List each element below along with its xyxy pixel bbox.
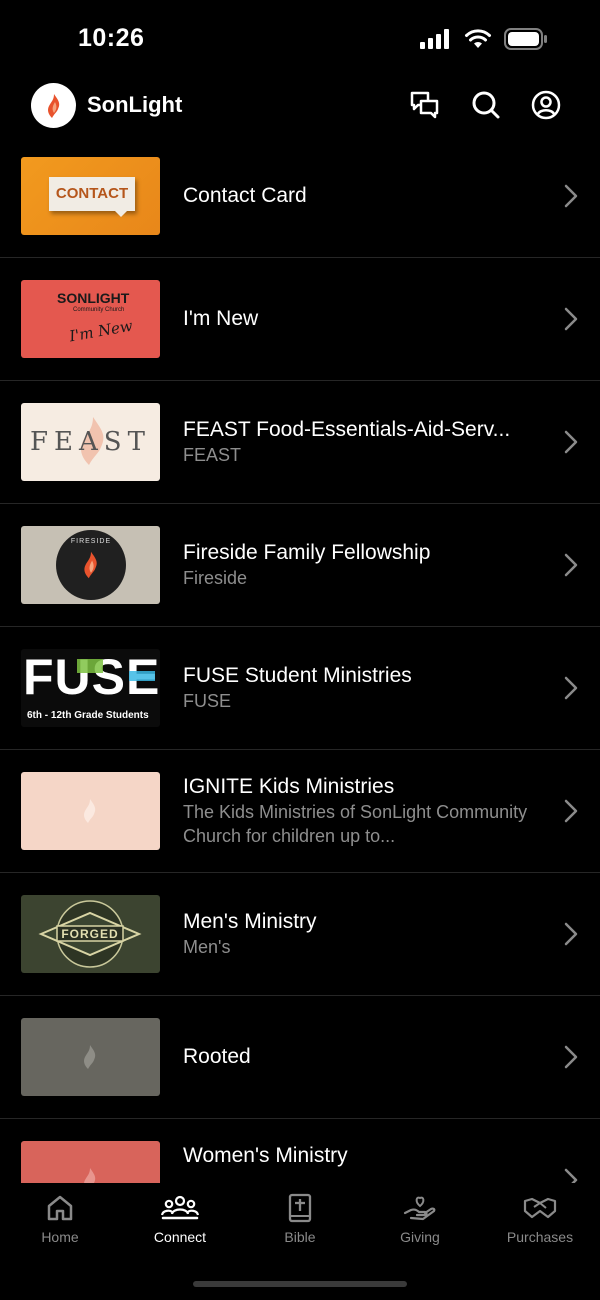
search-icon: [472, 91, 500, 119]
tab-home[interactable]: Home: [0, 1193, 120, 1253]
signal-icon: [420, 29, 449, 49]
list-item-title: Women's Ministry: [183, 1144, 348, 1167]
list-item-subtitle: Men's: [183, 937, 231, 957]
list-item-contact-card[interactable]: CONTACT Contact Card: [0, 135, 600, 258]
chevron-right-icon: [564, 307, 578, 331]
tab-giving[interactable]: Giving: [360, 1193, 480, 1253]
app-title: SonLight: [87, 92, 183, 117]
tab-label: Bible: [284, 1229, 316, 1245]
mens-ministry-thumbnail: FORGED: [21, 895, 160, 973]
profile-button[interactable]: [529, 88, 563, 122]
tab-connect[interactable]: Connect: [120, 1193, 240, 1253]
chevron-right-icon: [564, 430, 578, 454]
thumbnail-text: FEAST: [30, 427, 151, 457]
messages-button[interactable]: [408, 88, 442, 122]
list-item-title: IGNITE Kids Ministries: [183, 775, 395, 798]
tab-label: Connect: [153, 1229, 207, 1245]
screen: 10:26 SonLight CONTACT Contact Card SONL…: [0, 0, 600, 1300]
thumbnail-subtext: Community Church: [73, 307, 125, 313]
list-item-subtitle: Fireside: [183, 568, 248, 588]
tab-bible[interactable]: Bible: [240, 1193, 360, 1253]
status-icons: [420, 28, 548, 50]
thumbnail-text: FIRESIDE: [70, 538, 112, 545]
feast-thumbnail: FEAST: [21, 403, 160, 481]
home-icon: [47, 1195, 73, 1221]
list-item-rooted[interactable]: Rooted: [0, 996, 600, 1119]
group-list: CONTACT Contact Card SONLIGHT Community …: [0, 135, 600, 1185]
flame-logo-icon: [47, 93, 59, 118]
list-item-ignite[interactable]: IGNITE Kids Ministries The Kids Ministri…: [0, 750, 600, 873]
list-item-title: FEAST Food-Essentials-Aid-Serv...: [183, 418, 511, 441]
list-item-subtitle: FUSE: [183, 691, 232, 711]
list-item-subtitle: FEAST: [183, 445, 242, 465]
battery-icon: [504, 28, 547, 50]
flame-watermark-icon: [84, 1045, 96, 1069]
list-item-fuse[interactable]: FUSE 6th - 12th Grade Students FUSE Stud…: [0, 627, 600, 750]
rooted-thumbnail: [21, 1018, 160, 1096]
list-item-im-new[interactable]: SONLIGHT Community Church I'm New I'm Ne…: [0, 258, 600, 381]
handshake-icon: [523, 1197, 557, 1219]
womens-ministry-thumbnail: [21, 1141, 160, 1185]
flame-icon: [84, 551, 97, 579]
chevron-right-icon: [564, 184, 578, 208]
people-icon: [161, 1195, 199, 1220]
bible-icon: [288, 1193, 312, 1223]
fireside-thumbnail: FIRESIDE: [21, 526, 160, 604]
list-item-fireside[interactable]: FIRESIDE Fireside Family Fellowship Fire…: [0, 504, 600, 627]
tab-purchases[interactable]: Purchases: [480, 1193, 600, 1253]
tab-label: Purchases: [506, 1229, 574, 1245]
thumbnail-text: CONTACT: [55, 185, 129, 202]
im-new-thumbnail: SONLIGHT Community Church I'm New: [21, 280, 160, 358]
chevron-right-icon: [564, 676, 578, 700]
tab-label: Giving: [400, 1229, 440, 1245]
list-item-title: Rooted: [183, 1045, 251, 1068]
search-button[interactable]: [469, 88, 503, 122]
flame-watermark-icon: [84, 799, 96, 823]
chevron-right-icon: [564, 1045, 578, 1069]
contact-card-thumbnail: CONTACT: [21, 157, 160, 235]
list-item-mens-ministry[interactable]: FORGED Men's Ministry Men's: [0, 873, 600, 996]
list-item-title: Contact Card: [183, 184, 307, 207]
status-time: 10:26: [78, 24, 145, 52]
thumbnail-script-text: I'm New: [67, 316, 134, 346]
list-item-womens-ministry[interactable]: Women's Ministry: [0, 1119, 600, 1185]
home-indicator: [193, 1281, 407, 1287]
tab-label: Home: [41, 1229, 79, 1245]
chevron-right-icon: [564, 922, 578, 946]
thumbnail-text: SONLIGHT: [57, 290, 130, 306]
chevron-right-icon: [564, 553, 578, 577]
ignite-thumbnail: [21, 772, 160, 850]
list-item-subtitle: The Kids Ministries of SonLight Communit…: [183, 802, 528, 846]
giving-icon: [403, 1196, 436, 1221]
app-logo[interactable]: [31, 83, 76, 128]
thumbnail-subtext: 6th - 12th Grade Students: [27, 710, 149, 721]
tab-bar: Home Connect Bible Giving Purchases: [0, 1183, 600, 1300]
thumbnail-text: FORGED: [61, 927, 119, 941]
account-icon: [531, 90, 561, 120]
list-item-title: Fireside Family Fellowship: [183, 541, 431, 564]
chat-bubbles-icon: [410, 91, 439, 119]
wifi-icon: [465, 29, 491, 48]
chevron-right-icon: [564, 799, 578, 823]
list-item-title: I'm New: [183, 307, 259, 330]
list-item-feast[interactable]: FEAST FEAST Food-Essentials-Aid-Serv... …: [0, 381, 600, 504]
fuse-thumbnail: FUSE 6th - 12th Grade Students: [21, 649, 160, 727]
list-item-title: FUSE Student Ministries: [183, 664, 412, 687]
list-item-title: Men's Ministry: [183, 910, 317, 933]
status-bar: 10:26: [0, 0, 600, 80]
